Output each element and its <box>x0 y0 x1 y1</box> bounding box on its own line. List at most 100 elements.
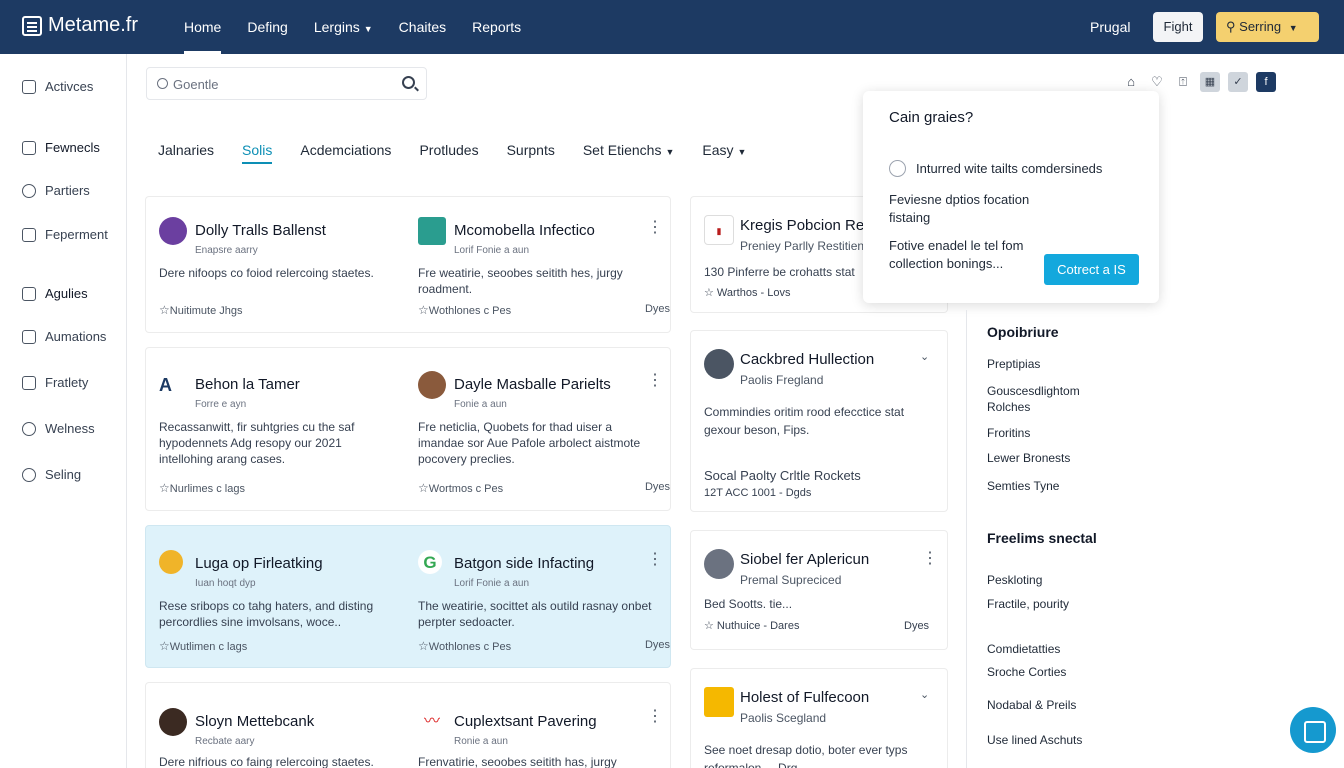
nav-home[interactable]: Home <box>184 0 222 54</box>
entry-date: 12T ACC 1001 - Dgds <box>704 487 812 499</box>
nav-reports[interactable]: Reports <box>472 0 521 54</box>
card: Dolly Tralls Ballenst Enapsre aarry Dere… <box>145 196 671 333</box>
sidebar-item-partiers[interactable]: Partiers <box>22 183 90 198</box>
sidebar-item-label: Agulies <box>45 286 88 301</box>
primary-button[interactable]: ⚲ Serring ▼ <box>1216 12 1319 42</box>
more-icon[interactable]: ⋮ <box>647 552 663 568</box>
tab-jalnaries[interactable]: Jalnaries <box>158 142 214 164</box>
search-input[interactable] <box>173 75 393 93</box>
nav-lergins-label: Lergins <box>313 19 360 35</box>
sidebar-link[interactable]: Lewer Bronests <box>987 450 1070 466</box>
section-heading: Freelims snectal <box>987 530 1097 546</box>
sidebar-link[interactable]: Peskloting <box>987 572 1042 588</box>
tab-set-etienchs[interactable]: Set Etienchs ▼ <box>583 142 675 164</box>
card: A Behon la Tamer Forre e ayn Recassanwit… <box>145 347 671 511</box>
search-icon <box>157 78 168 89</box>
entry-meta: ☆ Nuthuice - Dares <box>704 620 800 632</box>
avatar <box>159 708 187 736</box>
tab-label: Easy <box>702 142 734 158</box>
sidebar-item-fratlety[interactable]: Fratlety <box>22 375 88 390</box>
sidebar-link[interactable]: Comdietatties <box>987 641 1060 657</box>
sidebar-item-feperment[interactable]: Feperment <box>22 227 108 242</box>
chevron-down-icon: ▼ <box>737 147 747 157</box>
search-bar <box>146 67 427 100</box>
tab-solis[interactable]: Solis <box>242 142 273 164</box>
more-icon[interactable]: ⋮ <box>922 551 938 567</box>
sidebar-link[interactable]: Nodabal & Preils <box>987 697 1076 713</box>
grid-view-icon[interactable]: ▦ <box>1200 72 1220 92</box>
avatar <box>159 550 183 574</box>
tab-surpnts[interactable]: Surpnts <box>507 142 555 164</box>
entry-description: Frenvatirie, seoobes seitith has, jurgy <box>418 755 617 768</box>
sidebar-link[interactable]: Preptipias <box>987 356 1040 372</box>
sidebar: Activces Fewnecls Partiers Feperment Agu… <box>0 54 127 768</box>
more-icon[interactable]: ⋮ <box>647 709 663 725</box>
sidebar-link[interactable]: Semties Tyne <box>987 478 1059 494</box>
entry-title: Dayle Masballe Parielts <box>454 376 611 393</box>
chat-button[interactable] <box>1290 707 1336 753</box>
popup-question: Cain graies? <box>889 109 974 126</box>
entry-meta: Nuitimute Jhgs <box>159 303 243 317</box>
wave-icon: 〰 <box>418 708 446 736</box>
check-icon[interactable]: ✓ <box>1228 72 1248 92</box>
sidebar-item-aumations[interactable]: Aumations <box>22 329 106 344</box>
entry-meta-text: Nuthuice - Dares <box>716 620 800 632</box>
entry-description: Dere nifrious co faing relercoing staete… <box>159 755 374 768</box>
entry-description: Recassanwitt, fir suhtgries cu the saf h… <box>159 420 355 466</box>
entry-meta: Wortmos c Pes <box>418 481 503 495</box>
entry-subtitle: Lorif Fonie a aun <box>454 578 530 589</box>
tab-easy[interactable]: Easy ▼ <box>702 142 746 164</box>
entry-subtitle: Forre e ayn <box>195 399 247 410</box>
tab-acdemciations[interactable]: Acdemciations <box>300 142 391 164</box>
entry-meta: Socal Paolty Crltle Rockets <box>704 468 861 483</box>
home-icon[interactable]: ⌂ <box>1122 73 1140 91</box>
user-name[interactable]: Prugal <box>1090 19 1130 35</box>
nav-defing[interactable]: Defing <box>247 0 287 54</box>
nav-chaites[interactable]: Chaites <box>399 0 446 54</box>
card: Luga op Firleatking Iuan hoqt dyp Rese s… <box>145 525 671 668</box>
entry-description: Fre neticlia, Quobets for thad uiser a i… <box>418 420 641 466</box>
connect-button[interactable]: Cotrect a IS <box>1044 254 1139 285</box>
light-button[interactable]: Fight <box>1153 12 1203 42</box>
card: Holest of Fulfecoon Paolis Scegland ⌄ Se… <box>690 668 948 768</box>
sidebar-link[interactable]: Gouscesdlightom Rolches <box>987 383 1107 415</box>
sidebar-item-activces[interactable]: Activces <box>22 79 93 94</box>
more-icon[interactable]: ⋮ <box>647 373 663 389</box>
search-icon: ⚲ <box>1226 19 1236 34</box>
app-logo[interactable]: Metame.fr <box>22 14 138 37</box>
avatar <box>159 217 187 245</box>
heart-icon <box>22 421 36 436</box>
sidebar-item-agulies[interactable]: Agulies <box>22 286 88 301</box>
logo-icon <box>22 15 42 36</box>
entry-subtitle: Enapsre aarry <box>195 245 258 256</box>
globe-icon <box>22 183 36 198</box>
sidebar-item-seling[interactable]: Seling <box>22 467 81 482</box>
sidebar-item-label: Activces <box>45 79 94 94</box>
heart-icon[interactable]: ♡ <box>1148 73 1166 91</box>
popup-option[interactable]: Inturred wite tailts comdersineds <box>889 160 1102 177</box>
entry-subtitle: Preniey Parlly Restitien <box>740 239 865 253</box>
entry-date: Dyes <box>904 620 930 632</box>
chevron-down-icon[interactable]: ⌄ <box>920 349 929 365</box>
chevron-down-icon[interactable]: ⌄ <box>920 687 929 703</box>
dropdown-popup: Cain graies? Inturred wite tailts comder… <box>863 91 1159 303</box>
sidebar-link[interactable]: Froritins <box>987 425 1030 441</box>
sidebar-link[interactable]: Use lined Aschuts <box>987 732 1082 748</box>
google-icon: G <box>418 550 442 574</box>
more-icon[interactable]: ⋮ <box>647 220 663 236</box>
sidebar-link[interactable]: Sroche Corties <box>987 664 1066 680</box>
card: Siobel fer Aplericun Premal Supreciced ⋮… <box>690 530 948 650</box>
sidebar-item-welness[interactable]: Welness <box>22 421 95 436</box>
search-button-icon[interactable] <box>402 76 415 89</box>
popup-text: Fotive enadel le tel fom collection boni… <box>889 238 1024 271</box>
sidebar-link[interactable]: Fractile, pourity <box>987 596 1069 612</box>
sidebar-item-fewnecls[interactable]: Fewnecls <box>22 140 100 155</box>
folder-icon <box>22 140 36 155</box>
nav-lergins[interactable]: Lergins ▼ <box>314 0 373 54</box>
settings-icon <box>22 467 36 482</box>
radio-button[interactable] <box>889 160 906 177</box>
tab-protludes[interactable]: Protludes <box>419 142 478 164</box>
entry-subtitle: Ronie a aun <box>454 736 508 747</box>
share-icon[interactable]: ⍐ <box>1174 73 1192 91</box>
facebook-icon[interactable]: f <box>1256 72 1276 92</box>
